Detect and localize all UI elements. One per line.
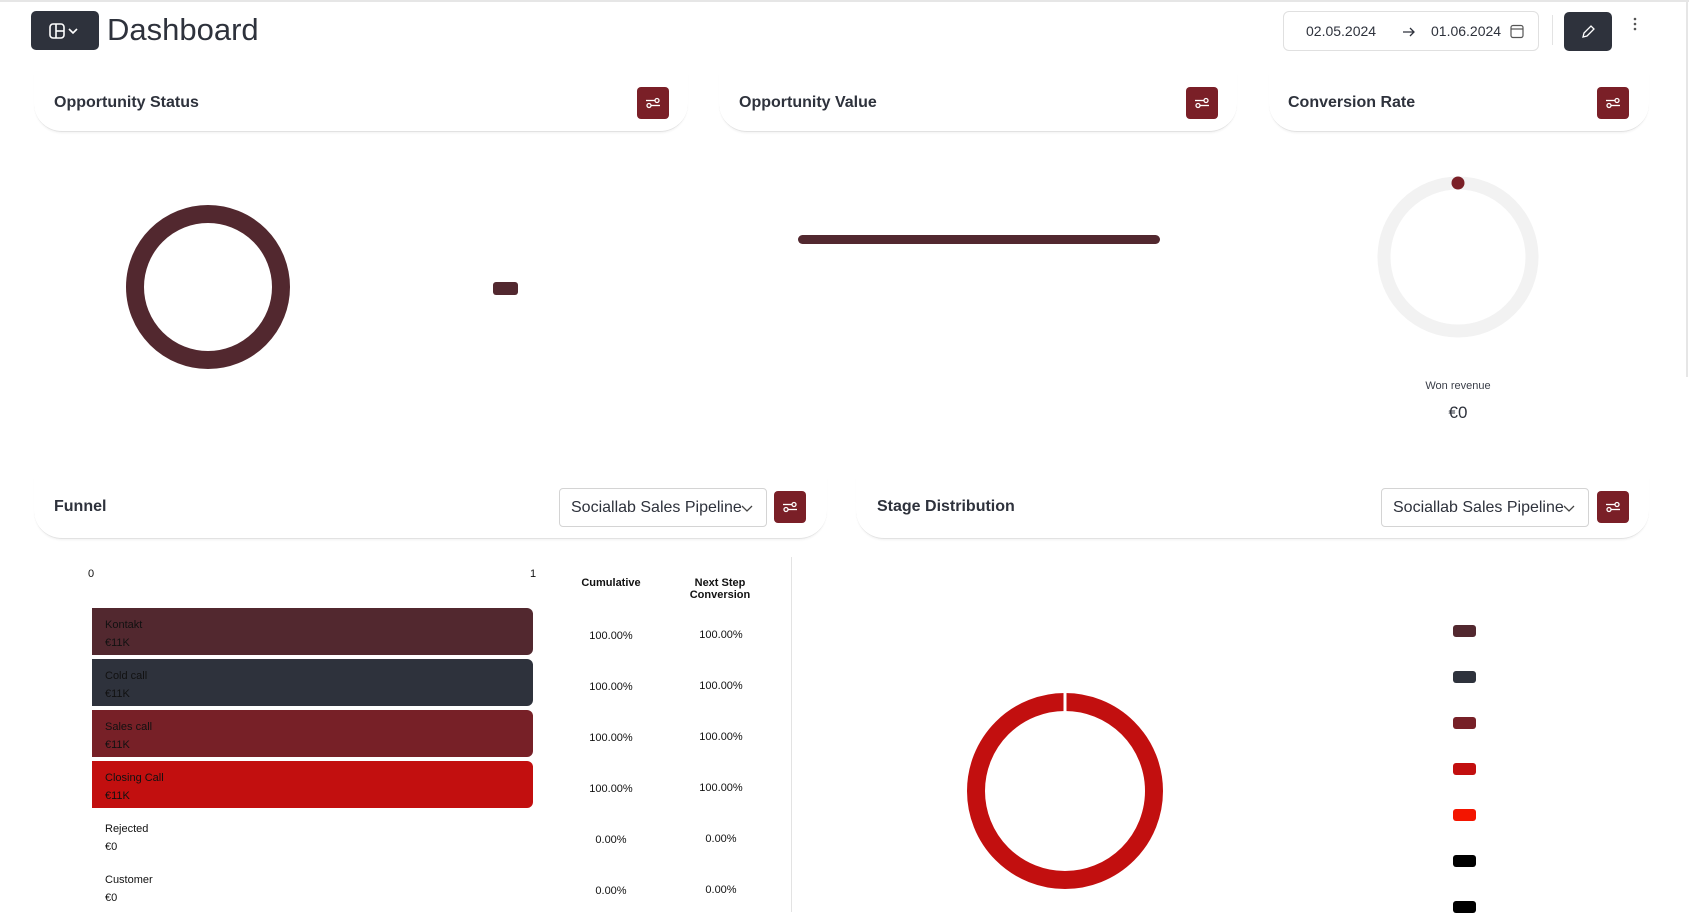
cumulative-value: 100.00% xyxy=(589,630,633,642)
filter-icon xyxy=(646,97,660,109)
cumulative-value: 100.00% xyxy=(589,732,633,744)
legend-swatch[interactable] xyxy=(1453,809,1476,821)
funnel-bar[interactable]: Cold call €11K xyxy=(92,659,533,706)
scrollbar[interactable] xyxy=(1686,2,1688,377)
filter-icon xyxy=(1195,97,1209,109)
funnel-bar[interactable]: Kontakt €11K xyxy=(92,608,533,655)
filter-icon xyxy=(1606,501,1620,513)
funnel-stage-label: Sales call xyxy=(105,721,153,733)
stage-distribution-filter-button[interactable] xyxy=(1597,491,1629,523)
conversion-rate-title: Conversion Rate xyxy=(1288,94,1416,111)
divider xyxy=(1552,15,1553,45)
funnel-stage-value: €11K xyxy=(105,637,130,649)
axis-max-label: 1 xyxy=(530,568,537,580)
layout-switcher-button[interactable] xyxy=(31,11,99,50)
stage-pipeline-select[interactable]: Sociallab Sales Pipeline xyxy=(1381,488,1589,527)
more-options-button[interactable] xyxy=(1628,16,1642,34)
next-step-value: 100.00% xyxy=(699,629,743,641)
calendar-icon[interactable] xyxy=(1510,24,1524,39)
next-step-value: 0.00% xyxy=(705,833,737,845)
selected-pipeline: Sociallab Sales Pipeline xyxy=(571,498,742,516)
legend-swatch[interactable] xyxy=(1453,763,1476,775)
funnel-stage-label: Customer xyxy=(105,874,153,886)
funnel-stage-label: Kontakt xyxy=(105,619,143,631)
funnel-bar: Customer €0 xyxy=(105,871,153,907)
axis-min-label: 0 xyxy=(88,568,95,580)
opportunity-value-title: Opportunity Value xyxy=(739,94,877,111)
chevron-down-icon xyxy=(1563,505,1575,512)
kebab-icon xyxy=(1633,17,1637,31)
stage-distribution-donut xyxy=(967,691,1163,889)
funnel-stage-value: €0 xyxy=(105,841,118,853)
pencil-icon xyxy=(1582,24,1595,38)
funnel-stage-label: Closing Call xyxy=(105,772,164,784)
legend-swatch[interactable] xyxy=(1453,717,1476,729)
opportunity-value-bar[interactable] xyxy=(798,235,1160,244)
opportunity-value-filter-button[interactable] xyxy=(1186,87,1218,119)
conversion-rate-gauge xyxy=(1377,176,1539,338)
chevron-down-icon xyxy=(741,505,753,512)
conversion-rate-filter-button[interactable] xyxy=(1597,87,1629,119)
opportunity-status-filter-button[interactable] xyxy=(637,87,669,119)
funnel-stage-label: Rejected xyxy=(105,823,149,835)
legend-swatch[interactable] xyxy=(1453,901,1476,913)
opportunity-status-donut xyxy=(126,205,290,369)
cumulative-value: 0.00% xyxy=(595,885,627,897)
donut-segment[interactable] xyxy=(967,693,1163,889)
opportunity-status-title: Opportunity Status xyxy=(54,94,199,111)
next-step-value: 100.00% xyxy=(699,680,743,692)
legend-swatch[interactable] xyxy=(1453,625,1476,637)
gauge-track xyxy=(1377,176,1539,338)
date-range-picker[interactable]: 02.05.2024 01.06.2024 xyxy=(1283,11,1539,51)
next-step-value: 100.00% xyxy=(699,782,743,794)
funnel-stage-value: €0 xyxy=(105,892,118,904)
filter-icon xyxy=(1606,97,1620,109)
arrow-right-icon xyxy=(1403,27,1415,37)
date-from[interactable]: 02.05.2024 xyxy=(1306,23,1376,39)
gauge-progress-dot xyxy=(1451,176,1465,190)
funnel-stage-value: €11K xyxy=(105,790,130,802)
won-revenue-value: €0 xyxy=(1448,403,1468,422)
won-revenue-label: Won revenue xyxy=(1425,380,1491,392)
cumulative-header: Cumulative xyxy=(581,577,641,589)
funnel-bar[interactable]: Sales call €11K xyxy=(92,710,533,757)
next-step-value: 0.00% xyxy=(705,884,737,896)
stage-distribution-title: Stage Distribution xyxy=(877,498,1015,515)
selected-pipeline: Sociallab Sales Pipeline xyxy=(1393,498,1564,516)
filter-icon xyxy=(783,501,797,513)
page-title: Dashboard xyxy=(107,12,259,47)
next-step-header: Next Step Conversion xyxy=(689,577,751,601)
edit-button[interactable] xyxy=(1564,12,1612,51)
funnel-stage-value: €11K xyxy=(105,688,130,700)
layout-icon xyxy=(49,22,78,39)
next-step-value: 100.00% xyxy=(699,731,743,743)
funnel-stage-label: Cold call xyxy=(105,670,148,682)
legend-swatch[interactable] xyxy=(1453,855,1476,867)
date-to[interactable]: 01.06.2024 xyxy=(1431,23,1501,39)
funnel-filter-button[interactable] xyxy=(774,491,806,523)
funnel-stage-value: €11K xyxy=(105,739,130,751)
funnel-divider xyxy=(791,557,792,912)
cumulative-value: 0.00% xyxy=(595,834,627,846)
funnel-title: Funnel xyxy=(54,498,107,515)
funnel-bar[interactable]: Closing Call €11K xyxy=(92,761,533,808)
donut-segment[interactable] xyxy=(126,205,290,369)
legend-swatch[interactable] xyxy=(1453,671,1476,683)
funnel-bar: Rejected €0 xyxy=(105,820,148,856)
cumulative-value: 100.00% xyxy=(589,681,633,693)
funnel-pipeline-select[interactable]: Sociallab Sales Pipeline xyxy=(559,488,767,527)
legend-swatch xyxy=(493,282,518,295)
cumulative-value: 100.00% xyxy=(589,783,633,795)
